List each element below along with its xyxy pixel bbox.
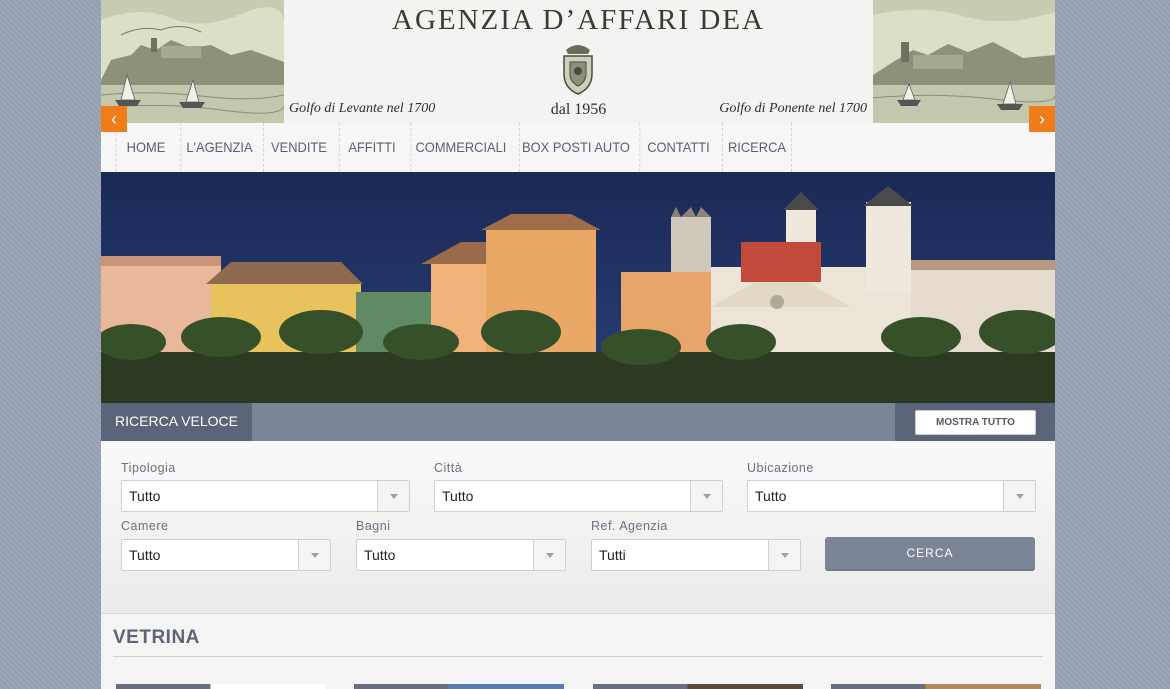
etching-ponente-image [873,0,1055,123]
crest-icon [558,40,598,96]
tipologia-label: Tipologia [121,461,176,475]
slider-prev-button[interactable]: ‹ [101,106,127,132]
chevron-down-icon [298,540,330,570]
nav-item-box-posti-auto[interactable]: BOX POSTI AUTO [518,123,632,172]
main-nav: HOME L'AGENZIA VENDITE AFFITTI COMMERCIA… [101,123,1055,173]
citta-value: Tutto [442,488,474,504]
chevron-right-icon: › [1039,109,1045,129]
ref-agenzia-value: Tutti [599,547,626,563]
nav-item-agenzia[interactable]: L'AGENZIA [180,123,257,172]
search-form: Tipologia Tutto Città Tutto Ubicazione T… [101,441,1055,614]
ubicazione-select[interactable]: Tutto [747,480,1036,512]
chevron-down-icon [533,540,565,570]
search-bar: RICERCA VELOCE MOSTRA TUTTO [101,403,1055,450]
nav-item-ricerca[interactable]: RICERCA [722,123,792,172]
showcase-thumb[interactable] [116,684,326,689]
ref-agenzia-label: Ref. Agenzia [591,519,668,533]
search-submit-button[interactable]: CERCA [825,537,1035,571]
bagni-value: Tutto [364,547,396,563]
camere-select[interactable]: Tutto [121,539,331,571]
caption-ponente: Golfo di Ponente nel 1700 [719,101,867,116]
nav-item-affitti[interactable]: AFFITTI [338,123,404,172]
chevron-down-icon [1003,481,1035,511]
bagni-select[interactable]: Tutto [356,539,566,571]
showcase-title: VETRINA [113,627,200,648]
showcase-thumb[interactable] [593,684,803,689]
hero-town-image [101,172,1055,403]
slider-next-button[interactable]: › [1029,106,1055,132]
showcase-thumb[interactable] [354,684,564,689]
caption-levante: Golfo di Levante nel 1700 [289,101,436,116]
chevron-down-icon [690,481,722,511]
ubicazione-value: Tutto [755,488,787,504]
tipologia-select[interactable]: Tutto [121,480,410,512]
nav-item-vendite[interactable]: VENDITE [263,123,334,172]
showcase-thumb[interactable] [831,684,1041,689]
ref-agenzia-select[interactable]: Tutti [591,539,801,571]
citta-select[interactable]: Tutto [434,480,723,512]
bagni-label: Bagni [356,519,391,533]
camere-value: Tutto [129,547,161,563]
chevron-left-icon: ‹ [111,109,117,129]
show-all-button[interactable]: MOSTRA TUTTO [915,410,1036,435]
tipologia-value: Tutto [129,488,161,504]
page: AGENZIA D’AFFARI DEA dal 1956 Golfo di L… [101,0,1055,689]
hero-slider[interactable] [101,172,1055,403]
show-all-wrap: MOSTRA TUTTO [895,403,1055,441]
quick-search-tab[interactable]: RICERCA VELOCE [101,403,252,441]
showcase-divider [113,656,1043,657]
nav-item-commerciali[interactable]: COMMERCIALI [410,123,510,172]
site-title: AGENZIA D’AFFARI DEA [392,4,765,36]
nav-item-contatti[interactable]: CONTATTI [639,123,716,172]
site-header: AGENZIA D’AFFARI DEA dal 1956 Golfo di L… [101,0,1055,123]
ubicazione-label: Ubicazione [747,461,814,475]
chevron-down-icon [377,481,409,511]
etching-levante-image [101,0,284,123]
citta-label: Città [434,461,463,475]
chevron-down-icon [768,540,800,570]
camere-label: Camere [121,519,169,533]
